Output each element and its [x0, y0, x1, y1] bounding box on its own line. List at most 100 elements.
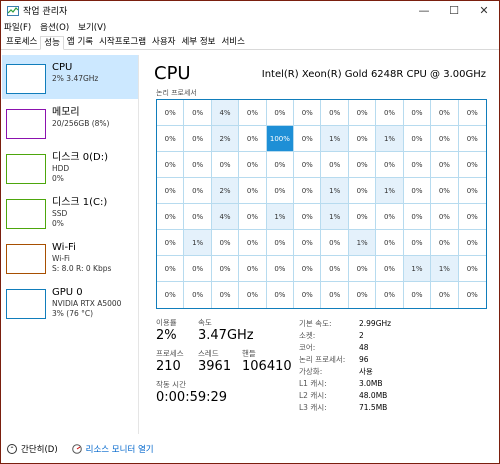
- minimize-button[interactable]: —: [409, 1, 439, 20]
- logical-processor-cell: 0%: [403, 152, 432, 178]
- tab-processes[interactable]: 프로세스: [3, 35, 40, 49]
- detail-key: 논리 프로세서:: [299, 354, 346, 364]
- sidebar-item-disk0[interactable]: 디스크 0(D:) HDD 0%: [2, 145, 138, 189]
- logical-processor-cell: 0%: [321, 230, 349, 256]
- detail-value: 48: [359, 342, 369, 352]
- menu-options[interactable]: 옵션(O): [40, 21, 69, 33]
- sidebar-item-label: 메모리: [52, 107, 80, 118]
- logical-processor-cell: 0%: [376, 282, 404, 308]
- sidebar-item-gpu0[interactable]: GPU 0 NVIDIA RTX A5000 3% (76 °C): [2, 280, 138, 324]
- logical-processor-cell: 2%: [211, 178, 240, 204]
- logical-processor-cell: 1%: [376, 126, 404, 152]
- close-button[interactable]: ✕: [469, 1, 499, 20]
- logical-processor-cell: 0%: [403, 178, 432, 204]
- logical-processor-cell: 0%: [458, 152, 486, 178]
- sidebar-item-disk1[interactable]: 디스크 1(C:) SSD 0%: [2, 190, 138, 234]
- fewer-details-label: 간단히(D): [21, 445, 58, 455]
- logical-processor-cell: 0%: [321, 152, 349, 178]
- logical-processor-cell: 0%: [403, 230, 432, 256]
- maximize-button[interactable]: ☐: [439, 1, 469, 20]
- logical-processor-cell: 100%: [266, 126, 295, 152]
- task-manager-window: 작업 관리자 — ☐ ✕ 파일(F) 옵션(O) 보기(V) 프로세스 성능 앱…: [0, 0, 500, 464]
- logical-processor-cell: 0%: [376, 256, 404, 282]
- logical-processor-cell: 2%: [211, 126, 240, 152]
- logical-processor-cell: 0%: [458, 230, 486, 256]
- logical-processor-cell: 1%: [431, 256, 459, 282]
- logical-processor-cell: 1%: [321, 126, 349, 152]
- tab-services[interactable]: 서비스: [218, 35, 247, 49]
- logical-processor-cell: 0%: [266, 282, 295, 308]
- logical-processor-cell: 1%: [184, 230, 212, 256]
- logical-processors-label: 논리 프로세서: [156, 89, 197, 97]
- detail-key: L1 캐시:: [299, 378, 327, 388]
- logical-processor-cell: 0%: [157, 256, 185, 282]
- logical-processor-cell: 0%: [266, 100, 295, 126]
- menu-view[interactable]: 보기(V): [78, 21, 106, 33]
- logical-processor-cell: 0%: [348, 126, 377, 152]
- logical-processor-cell: 0%: [239, 100, 267, 126]
- sidebar-item-memory[interactable]: 메모리 20/256GB (8%): [2, 100, 138, 144]
- detail-value: 2.99GHz: [359, 318, 392, 328]
- logical-processor-cell: 0%: [431, 282, 459, 308]
- logical-processor-cell: 0%: [431, 152, 459, 178]
- sidebar-item-detail: HDD: [52, 164, 70, 173]
- logical-processor-cell: 1%: [321, 204, 349, 230]
- logical-processor-cell: 0%: [294, 126, 322, 152]
- logical-processor-cell: 0%: [458, 100, 486, 126]
- disk0-thumbnail-graph: [6, 154, 46, 184]
- sidebar-item-wifi[interactable]: Wi-Fi Wi-Fi S: 8.0 R: 0 Kbps: [2, 235, 138, 279]
- uptime-value: 0:00:59:29: [156, 390, 228, 405]
- sidebar-item-detail: NVIDIA RTX A5000: [52, 299, 122, 308]
- resource-monitor-icon: [71, 444, 82, 454]
- logical-processor-cell: 0%: [266, 256, 295, 282]
- tab-app-history[interactable]: 앱 기록: [64, 35, 96, 49]
- logical-processor-cell: 1%: [403, 256, 432, 282]
- logical-processor-cell: 1%: [266, 204, 295, 230]
- logical-processor-cell: 0%: [348, 100, 377, 126]
- uptime-label: 작동 시간: [156, 380, 186, 389]
- sidebar-item-usage: S: 8.0 R: 0 Kbps: [52, 264, 112, 273]
- logical-processor-cell: 4%: [211, 204, 240, 230]
- logical-processor-cell: 0%: [458, 126, 486, 152]
- logical-processor-cell: 0%: [211, 230, 240, 256]
- sidebar-item-cpu[interactable]: CPU 2% 3.47GHz: [2, 55, 138, 99]
- logical-processor-cell: 0%: [294, 204, 322, 230]
- logical-processor-cell: 0%: [239, 230, 267, 256]
- logical-processor-cell: 0%: [157, 230, 185, 256]
- logical-processor-cell: 0%: [348, 282, 377, 308]
- logical-processor-cell: 0%: [211, 256, 240, 282]
- logical-processor-cell: 0%: [348, 178, 377, 204]
- logical-processor-cell: 0%: [294, 100, 322, 126]
- tab-startup[interactable]: 시작프로그램: [96, 35, 149, 49]
- speed-label: 속도: [198, 318, 212, 327]
- logical-processor-cell: 0%: [211, 282, 240, 308]
- tab-details[interactable]: 세부 정보: [178, 35, 218, 49]
- cpu-stats: 이용률 2% 속도 3.47GHz 프로세스 210 스레드 3961 핸들 1…: [156, 317, 296, 405]
- tab-users[interactable]: 사용자: [149, 35, 178, 49]
- logical-processor-cell: 0%: [458, 204, 486, 230]
- logical-processor-cell: 0%: [266, 230, 295, 256]
- fewer-details-button[interactable]: ⌃ 간단히(D): [7, 443, 58, 455]
- tab-performance[interactable]: 성능: [40, 36, 64, 50]
- open-resource-monitor-link[interactable]: 리소스 모니터 열기: [71, 443, 154, 455]
- tab-bar: 프로세스 성능 앱 기록 시작프로그램 사용자 세부 정보 서비스: [1, 35, 499, 50]
- logical-processor-cell: 0%: [348, 204, 377, 230]
- cpu-detail-panel: CPU Intel(R) Xeon(R) Gold 6248R CPU @ 3.…: [146, 55, 496, 434]
- detail-key: L3 캐시:: [299, 402, 327, 412]
- window-title: 작업 관리자: [23, 7, 68, 17]
- logical-processor-cell: 0%: [348, 152, 377, 178]
- menu-file[interactable]: 파일(F): [4, 21, 31, 33]
- speed-value: 3.47GHz: [198, 328, 254, 343]
- detail-value: 96: [359, 354, 369, 364]
- logical-processor-cell: 0%: [431, 204, 459, 230]
- detail-value: 사용: [359, 366, 373, 376]
- logical-processor-cell: 0%: [157, 178, 185, 204]
- sidebar-item-label: 디스크 0(D:): [52, 152, 109, 163]
- sidebar-item-label: Wi-Fi: [52, 242, 76, 253]
- logical-processor-cell: 0%: [431, 100, 459, 126]
- logical-processor-cell: 0%: [403, 100, 432, 126]
- logical-processor-cell: 1%: [376, 178, 404, 204]
- cpu-thumbnail-graph: [6, 64, 46, 94]
- threads-label: 스레드: [198, 349, 219, 358]
- logical-processor-cell: 4%: [211, 100, 240, 126]
